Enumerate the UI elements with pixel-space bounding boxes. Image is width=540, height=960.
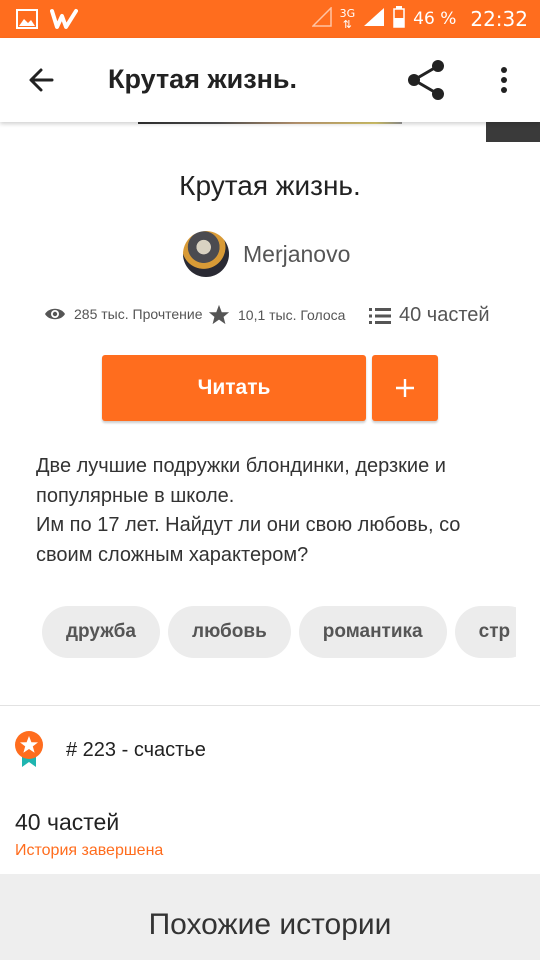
similar-stories-section: Похожие истории: [0, 874, 540, 960]
battery-percent: 46 %: [413, 9, 457, 29]
votes-count: 10,1 тыс. Голоса: [238, 307, 346, 323]
appbar-title: Крутая жизнь.: [108, 64, 298, 94]
ranking-text: # 223 - счастье: [66, 739, 206, 761]
share-icon: [408, 60, 444, 100]
story-description: Две лучшие подружки блондинки, дерзкие и…: [36, 452, 506, 570]
description-line: Две лучшие подружки блондинки, дерзкие и…: [36, 455, 446, 507]
tag-chip[interactable]: любовь: [168, 606, 291, 658]
signal-empty-icon: [310, 5, 332, 32]
app-bar: Крутая жизнь.: [0, 38, 540, 122]
battery-icon: [393, 5, 405, 33]
tag-list: дружба любовь романтика стр: [42, 606, 516, 660]
tag-chip[interactable]: романтика: [298, 606, 447, 658]
signal-icon: [363, 7, 385, 32]
parts-count-stat: 40 частей: [399, 304, 490, 326]
avatar: [183, 231, 229, 277]
wattpad-icon: [50, 8, 78, 35]
back-button[interactable]: [22, 60, 62, 100]
votes-stat: 10,1 тыс. Голоса: [208, 304, 345, 326]
list-icon: [369, 307, 391, 324]
parts-count: 40 частей: [15, 809, 120, 835]
eye-icon: [45, 308, 65, 320]
completion-status: История завершена: [15, 842, 164, 859]
reads-stat: 285 тыс. Прочтение: [44, 306, 203, 322]
share-button[interactable]: [404, 58, 448, 102]
ranking-row[interactable]: # 223 - счастье: [14, 730, 514, 770]
description-line: Им по 17 лет. Найдут ли они свою любовь,…: [36, 514, 461, 566]
plus-icon: [396, 379, 414, 397]
network-type: 3G ⇅: [339, 7, 356, 31]
author-link[interactable]: Merjanovo: [183, 230, 350, 278]
tag-chip[interactable]: дружба: [42, 606, 160, 658]
parts-stat: 40 частей: [369, 304, 490, 327]
reads-count: 285 тыс. Прочтение: [74, 306, 203, 322]
tag-chip[interactable]: стр: [454, 606, 516, 658]
ranking-badge-icon: [15, 731, 43, 767]
similar-stories-title: Похожие истории: [148, 908, 392, 941]
add-to-library-button[interactable]: [372, 355, 438, 421]
more-options-button[interactable]: [490, 60, 518, 100]
star-icon: [208, 304, 230, 325]
gallery-icon: [16, 9, 38, 34]
read-button[interactable]: Читать: [102, 355, 366, 421]
more-vert-icon: [501, 67, 507, 93]
arrow-left-icon: [29, 68, 54, 92]
author-name: Merjanovo: [243, 240, 351, 267]
divider: [0, 705, 540, 706]
story-title: Крутая жизнь.: [179, 170, 361, 201]
story-stats: 285 тыс. Прочтение 10,1 тыс. Голоса 40 ч…: [0, 300, 540, 334]
parts-section[interactable]: 40 частей История завершена: [15, 809, 163, 860]
status-bar: 3G ⇅ 46 % 22:32: [0, 0, 540, 38]
clock: 22:32: [470, 7, 528, 31]
